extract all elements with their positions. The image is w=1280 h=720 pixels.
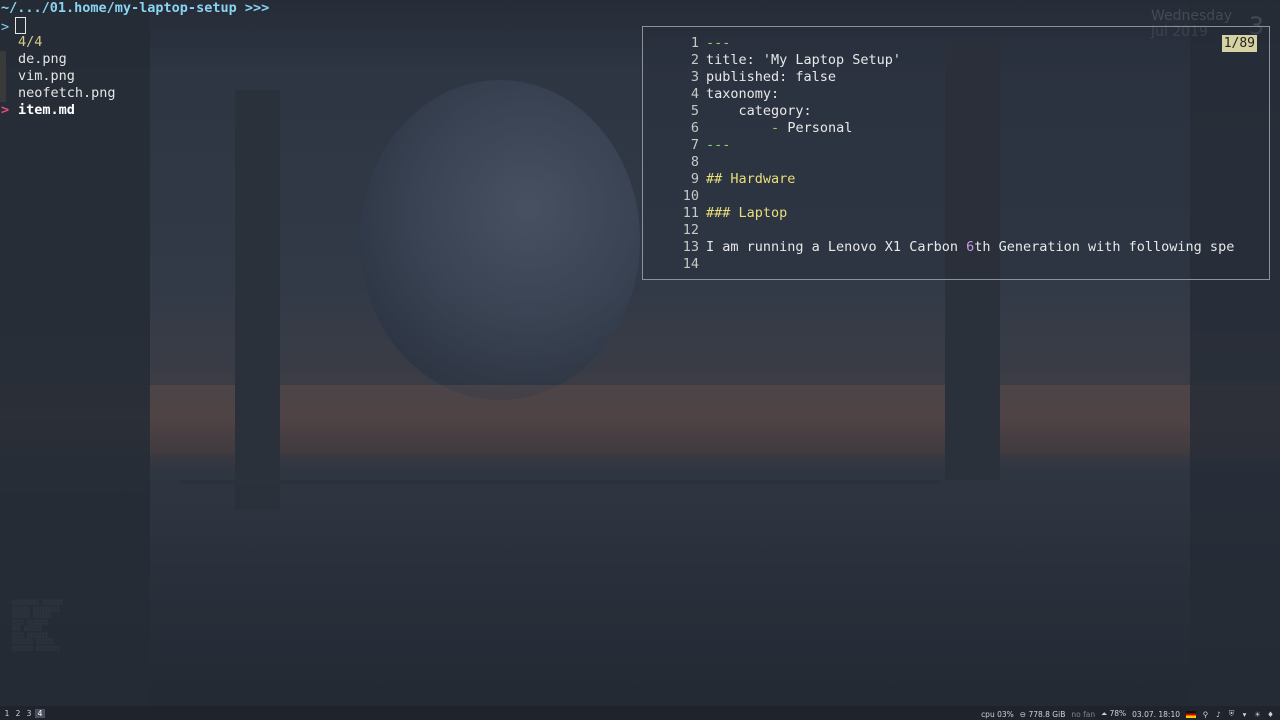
file-preview-pane[interactable]: 1/89 1 --- 2 title: 'My Laptop Setup' 3 pub… (642, 26, 1270, 280)
wallpaper-mountains (0, 385, 1280, 455)
code-line: 3 published: false (690, 69, 837, 85)
code-line: 10 (682, 188, 699, 204)
code-line: 14 (682, 256, 699, 272)
keybindings-overlay: ░░░░░░░░░ ░░░░░░░ ░░░░░░ ░░░░░░░░░ ░░░░░░ … (12, 600, 64, 652)
code-line: 2 title: 'My Laptop Setup' (690, 52, 902, 68)
code-line: 13 I am running a Lenovo X1 Carbon 6th Ge… (682, 239, 1235, 255)
shield-icon[interactable]: ⛨ (1228, 709, 1235, 719)
workspace-3[interactable]: 3 (24, 709, 34, 718)
wallpaper-pillar-left (235, 90, 280, 510)
match-count: 4/4 (18, 34, 43, 50)
cpu-indicator: cpu 03% (981, 709, 1014, 719)
bulb-icon[interactable]: ♦ (1267, 710, 1274, 719)
workspace-switcher: 1 2 3 4 (2, 709, 45, 718)
fan-indicator: no fan (1071, 709, 1096, 719)
code-line: 6 - Personal (690, 120, 853, 136)
brightness-icon[interactable]: ☀ (1254, 710, 1261, 719)
list-gutter (0, 85, 6, 102)
code-line: 5 category: (690, 103, 812, 119)
wallpaper-bridge (180, 480, 940, 502)
file-list-item[interactable]: neofetch.png (18, 85, 116, 102)
battery-icon: ⏶ (1101, 709, 1108, 718)
code-line: 1 --- (690, 35, 731, 51)
disk-icon: ⊖ (1019, 709, 1027, 719)
code-line: 7 --- (690, 137, 731, 153)
workspace-2[interactable]: 2 (13, 709, 23, 718)
disk-indicator: ⊖ 778.8 GiB (1019, 709, 1066, 719)
wifi-icon[interactable]: ▾ (1241, 710, 1248, 719)
status-bar: 1 2 3 4 cpu 03% ⊖ 778.8 GiB no fan ⏶ 78%… (0, 706, 1280, 720)
code-line: 8 (690, 154, 699, 170)
workspace-1[interactable]: 1 (2, 709, 12, 718)
code-line: 4 taxonomy: (690, 86, 780, 102)
file-list-item[interactable]: vim.png (18, 68, 75, 85)
code-line: 12 (682, 222, 699, 238)
workspace-4[interactable]: 4 (35, 709, 45, 718)
list-gutter (0, 68, 6, 85)
list-gutter (0, 51, 6, 68)
link-icon[interactable]: ⚲ (1202, 710, 1209, 719)
code-line: 11 ### Laptop (682, 205, 788, 221)
selection-pointer: > (1, 102, 10, 118)
code-line: 9 ## Hardware (690, 171, 796, 187)
keyboard-layout-flag-icon[interactable] (1186, 710, 1196, 718)
file-list-item[interactable]: de.png (18, 51, 67, 68)
prompt-path: ~/.../01.home/my-laptop-setup >>> (1, 0, 270, 16)
clock: 03.07. 18:10 (1132, 709, 1180, 719)
battery-indicator: ⏶ 78% (1101, 709, 1127, 718)
status-indicators: cpu 03% ⊖ 778.8 GiB no fan ⏶ 78% 03.07. … (981, 709, 1274, 719)
fzf-terminal[interactable]: ~/.../01.home/my-laptop-setup >>> > 4/4 … (0, 0, 640, 130)
volume-icon[interactable]: ♪ (1215, 710, 1222, 719)
wallpaper-water (0, 470, 1280, 720)
conky-day: Wednesday (1150, 8, 1232, 24)
text-cursor (15, 17, 27, 34)
file-list-item-selected[interactable]: item.md (18, 102, 75, 119)
